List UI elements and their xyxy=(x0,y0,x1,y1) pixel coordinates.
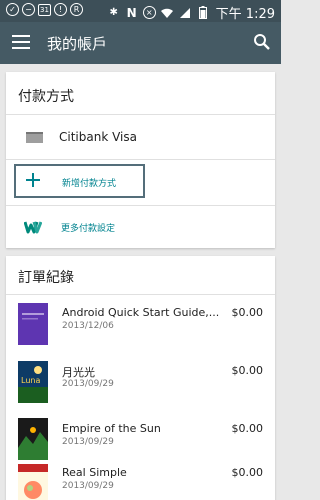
order-title: Empire of the Sun xyxy=(62,422,161,435)
status-bar: ✓ − 31 ! R ✱ N × 下午 1:29 xyxy=(0,0,281,22)
book-cover-image: Luna xyxy=(18,361,48,403)
order-title: Real Simple xyxy=(62,466,127,479)
blocked-icon: − xyxy=(22,3,35,16)
order-price: $0.00 xyxy=(231,422,264,435)
order-title: Android Quick Start Guide,... xyxy=(62,306,220,319)
svg-text:Luna: Luna xyxy=(21,376,40,385)
add-payment-method-button[interactable]: 新增付款方式 xyxy=(14,164,145,198)
nfc-icon: N xyxy=(126,5,137,20)
bluetooth-icon: ✱ xyxy=(109,6,118,18)
order-price: $0.00 xyxy=(231,306,264,319)
registered-icon: R xyxy=(70,3,83,16)
mute-icon: × xyxy=(142,6,156,19)
add-payment-method-label: 新增付款方式 xyxy=(62,179,117,189)
order-date: 2013/09/29 xyxy=(62,481,114,491)
battery-icon xyxy=(196,6,210,20)
notification-icon: ✓ xyxy=(6,3,19,16)
order-title: 月光光 xyxy=(62,366,95,379)
payment-methods-card: 付款方式 Citibank Visa 新增付款方式 更多付款設定 xyxy=(6,72,275,248)
app-bar: 我的帳戶 xyxy=(0,22,281,64)
clock: 下午 1:29 xyxy=(215,7,275,22)
more-payment-settings-button[interactable]: 更多付款設定 xyxy=(6,206,275,248)
menu-icon[interactable] xyxy=(12,35,30,51)
movie-poster-image xyxy=(18,418,48,460)
order-price: $0.00 xyxy=(231,466,264,479)
alert-icon: ! xyxy=(54,3,67,16)
order-item[interactable]: Real Simple 2013/09/29 $0.00 xyxy=(6,458,275,500)
credit-card-icon xyxy=(26,132,43,143)
wifi-icon xyxy=(160,6,174,20)
payment-card-item[interactable]: Citibank Visa xyxy=(6,115,275,159)
magazine-cover-image xyxy=(18,464,48,500)
order-price: $0.00 xyxy=(231,364,264,377)
plus-icon xyxy=(26,173,40,187)
order-item[interactable]: Luna 月光光 2013/09/29 $0.00 xyxy=(6,356,275,412)
search-icon[interactable] xyxy=(253,33,271,51)
payment-methods-title: 付款方式 xyxy=(18,89,74,105)
more-payment-settings-label: 更多付款設定 xyxy=(61,224,116,234)
order-date: 2013/09/29 xyxy=(62,437,114,447)
wallet-icon xyxy=(24,221,42,234)
payment-card-name: Citibank Visa xyxy=(59,130,137,144)
calendar-icon: 31 xyxy=(38,3,51,16)
signal-icon xyxy=(178,6,192,20)
page-title: 我的帳戶 xyxy=(47,35,108,53)
order-history-card: 訂單紀錄 Android Quick Start Guide,... 2013/… xyxy=(6,256,275,500)
divider xyxy=(6,294,275,295)
order-item[interactable]: Android Quick Start Guide,... 2013/12/06… xyxy=(6,298,275,354)
order-date: 2013/09/29 xyxy=(62,379,114,389)
divider xyxy=(6,159,275,160)
book-cover-image xyxy=(18,303,48,345)
order-history-title: 訂單紀錄 xyxy=(18,270,74,286)
order-date: 2013/12/06 xyxy=(62,321,114,331)
